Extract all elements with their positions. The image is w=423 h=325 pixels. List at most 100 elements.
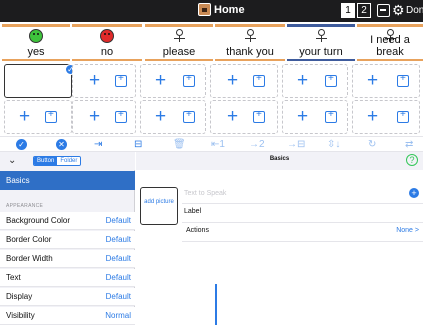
close-circle-icon[interactable]: ✕: [56, 138, 67, 151]
help-icon[interactable]: ?: [406, 154, 418, 166]
segment-folder[interactable]: Folder: [57, 157, 81, 165]
core-word-your-turn[interactable]: your turn: [287, 24, 355, 61]
home-icon: [198, 3, 211, 16]
page-selector: 1 2: [341, 3, 371, 18]
page-2-button[interactable]: 2: [357, 3, 371, 18]
segment-button[interactable]: Button: [34, 157, 58, 165]
add-folder-icon[interactable]: [45, 109, 57, 123]
add-folder-icon[interactable]: [115, 73, 127, 87]
add-picture-button[interactable]: add picture: [140, 187, 178, 225]
sidebar-item-basics[interactable]: Basics: [0, 171, 135, 190]
property-display[interactable]: Display Default: [0, 288, 135, 306]
plus-icon[interactable]: +: [367, 107, 378, 126]
grid-cell[interactable]: +: [72, 64, 136, 98]
gear-icon[interactable]: ⚙: [392, 2, 405, 18]
divider: [182, 241, 423, 242]
sort-icon[interactable]: ⇳↓: [327, 138, 340, 151]
add-folder-icon[interactable]: [397, 109, 409, 123]
add-folder-icon[interactable]: [325, 73, 337, 87]
property-label: Border Color: [6, 235, 52, 244]
plus-icon[interactable]: +: [19, 107, 30, 126]
grid-cell[interactable]: +: [210, 64, 278, 98]
plus-icon[interactable]: +: [155, 107, 166, 126]
grid-cell-selected[interactable]: ✓: [4, 64, 76, 98]
check-circle-icon[interactable]: ✓: [16, 138, 27, 151]
label-input[interactable]: Label: [184, 208, 201, 215]
property-visibility[interactable]: Visibility Normal: [0, 307, 135, 325]
add-folder-icon[interactable]: [115, 109, 127, 123]
board-title-group: Home: [198, 3, 245, 16]
refresh-icon[interactable]: ↻: [368, 138, 376, 151]
move-left-icon[interactable]: ⇤1: [211, 138, 225, 151]
add-folder-icon[interactable]: [253, 73, 265, 87]
people-your-turn-icon: [314, 29, 328, 43]
grid-cell[interactable]: +: [140, 100, 206, 134]
plus-icon[interactable]: +: [297, 71, 308, 90]
core-word-yes[interactable]: yes: [2, 24, 70, 61]
property-label: Text: [6, 273, 21, 282]
property-value: Default: [105, 235, 131, 244]
trash-icon[interactable]: 🗑: [173, 138, 186, 151]
grid-cell[interactable]: +: [352, 100, 420, 134]
core-word-label: your turn: [299, 46, 343, 58]
move-folder-icon[interactable]: →⊟: [287, 138, 305, 151]
grid-cell[interactable]: +: [282, 100, 348, 134]
add-folder-icon[interactable]: [183, 73, 195, 87]
text-cursor: [215, 284, 217, 325]
chevron-down-icon[interactable]: ⌄: [8, 155, 16, 166]
plus-icon[interactable]: +: [227, 107, 238, 126]
grid-cell[interactable]: +: [210, 100, 278, 134]
grid-cell[interactable]: +: [72, 100, 136, 134]
plus-icon[interactable]: +: [297, 107, 308, 126]
divider: [182, 203, 423, 204]
actions-label[interactable]: Actions: [186, 227, 209, 234]
keyboard-icon[interactable]: [377, 4, 390, 17]
done-button[interactable]: Done: [406, 5, 423, 16]
grid-cell[interactable]: +: [140, 64, 206, 98]
add-folder-icon[interactable]: [397, 73, 409, 87]
add-folder-icon[interactable]: [325, 109, 337, 123]
property-text[interactable]: Text Default: [0, 269, 135, 287]
property-value: Default: [105, 216, 131, 225]
swap-icon[interactable]: ⇄: [405, 138, 413, 151]
grid-cell[interactable]: +: [352, 64, 420, 98]
add-folder-icon[interactable]: [253, 109, 265, 123]
plus-icon[interactable]: +: [89, 71, 100, 90]
person-please-icon: [172, 29, 186, 43]
grid-cell[interactable]: +: [4, 100, 72, 134]
property-border-color[interactable]: Border Color Default: [0, 231, 135, 249]
edit-icon[interactable]: ⊟: [134, 138, 142, 151]
add-circle-icon[interactable]: +: [409, 188, 419, 198]
property-background-color[interactable]: Background Color Default: [0, 212, 135, 230]
top-bar: Home 1 2 ⚙ Done: [0, 0, 423, 22]
core-word-please[interactable]: please: [145, 24, 213, 61]
property-label: Border Width: [6, 254, 53, 263]
property-border-width[interactable]: Border Width Default: [0, 250, 135, 268]
core-word-i-need-a-break[interactable]: I need a break: [357, 24, 423, 61]
detail-panel: Basics ? add picture Text to Speak + Lab…: [136, 152, 423, 325]
plus-icon[interactable]: +: [227, 71, 238, 90]
property-label: Display: [6, 292, 33, 301]
grid-cell[interactable]: +: [282, 64, 348, 98]
text-to-speak-input[interactable]: Text to Speak: [184, 190, 226, 197]
plus-icon[interactable]: +: [89, 107, 100, 126]
person-thank-you-icon: [243, 29, 257, 43]
properties-sidebar: ⌄ Button Folder Basics APPEARANCE Backgr…: [0, 152, 135, 325]
property-value: Default: [105, 273, 131, 282]
edit-toolbar: ✓ ✕ ⇥ ⊟ 🗑 ⇤1 →2 →⊟ ⇳↓ ↻ ⇄: [0, 136, 423, 152]
sidebar-header: ⌄ Button Folder: [0, 152, 135, 170]
section-header-appearance: APPEARANCE: [6, 203, 44, 209]
core-word-label: thank you: [226, 46, 274, 58]
plus-icon[interactable]: +: [367, 71, 378, 90]
core-word-thank-you[interactable]: thank you: [215, 24, 285, 61]
page-1-button[interactable]: 1: [341, 3, 355, 18]
import-icon[interactable]: ⇥: [94, 138, 102, 151]
plus-icon[interactable]: +: [155, 71, 166, 90]
button-grid: ✓ + + + + + + + + + + + + + + + + + + + …: [0, 62, 423, 136]
core-word-no[interactable]: no: [72, 24, 142, 61]
actions-value[interactable]: None >: [396, 227, 419, 234]
property-value: Default: [105, 254, 131, 263]
add-folder-icon[interactable]: [183, 109, 195, 123]
move-right-icon[interactable]: →2: [249, 138, 265, 151]
core-word-label: yes: [27, 46, 45, 58]
